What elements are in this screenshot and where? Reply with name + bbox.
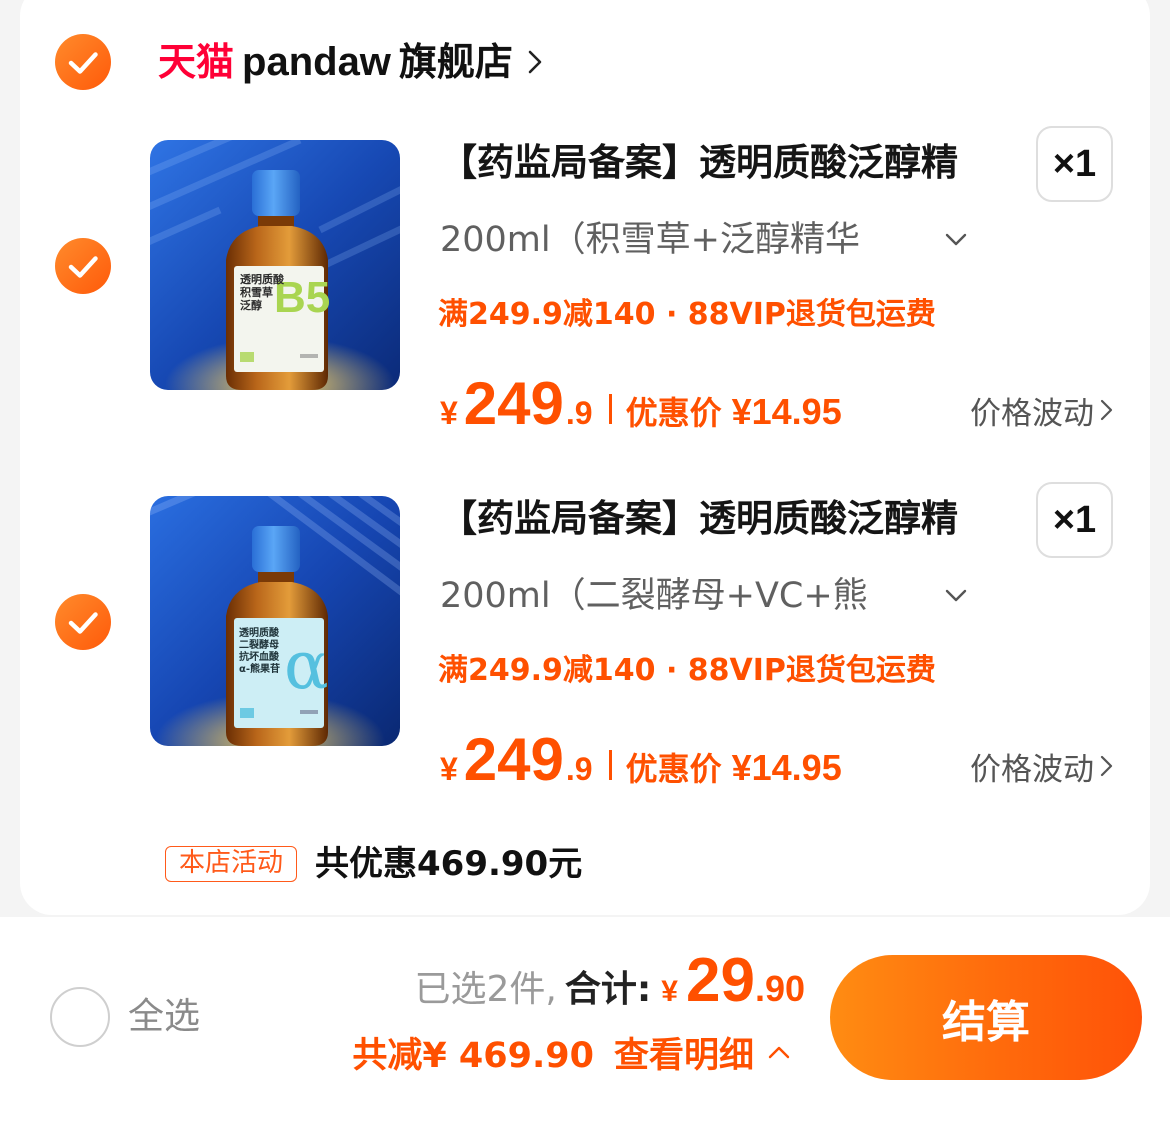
price-decimal: .9 [565, 751, 593, 787]
reduction-summary: 共减¥ 469.90 查看明细 [352, 1030, 790, 1076]
price-currency: ¥ [440, 751, 458, 787]
price-trend-label: 价格波动 [970, 751, 1094, 788]
price-integer: 249 [463, 370, 564, 437]
store-checkbox[interactable] [55, 34, 111, 90]
price-trend-link[interactable]: 价格波动 [970, 746, 1113, 788]
reduction-amount: 共减¥ 469.90 [352, 1035, 594, 1076]
total-currency: ¥ [661, 975, 678, 1008]
discount-price: ¥14.95 [731, 747, 842, 788]
select-all-label[interactable]: 全选 [128, 995, 200, 1039]
check-icon [68, 52, 98, 74]
chevron-down-icon[interactable] [944, 232, 968, 248]
item-title[interactable]: 【药监局备案】透明质酸泛醇精 [440, 140, 1015, 186]
label-line: 透明质酸 [240, 272, 285, 286]
price-integer: 249 [463, 726, 564, 793]
total-label: 合计: [564, 969, 652, 1010]
total-integer: 29 [685, 946, 755, 1015]
select-all-checkbox[interactable] [50, 987, 110, 1047]
price-divider [608, 394, 612, 424]
store-name: pandaw [242, 40, 391, 84]
price-currency: ¥ [440, 395, 458, 431]
tmall-label: 天猫 [158, 40, 235, 84]
total-decimal: .90 [754, 968, 805, 1009]
store-header-link[interactable]: 天猫 pandaw 旗舰店 [158, 38, 543, 86]
discount-label: 优惠价 [625, 394, 722, 432]
checkout-button[interactable]: 结算 [830, 955, 1142, 1080]
product-image[interactable]: B5 透明质酸 积雪草 泛醇 [150, 140, 400, 390]
store-activity-badge: 本店活动 [165, 846, 297, 882]
store-type: 旗舰店 [398, 40, 513, 84]
discount-price: ¥14.95 [731, 391, 842, 432]
chevron-up-icon [768, 1046, 790, 1059]
quantity-button[interactable]: ×1 [1036, 126, 1113, 202]
price-trend-link[interactable]: 价格波动 [970, 390, 1113, 432]
selected-count: 已选2件, [414, 969, 557, 1010]
label-line: 泛醇 [240, 298, 262, 312]
item-promo: 满249.9减140 · 88VIP退货包运费 [438, 653, 936, 688]
product-photo: B5 透明质酸 积雪草 泛醇 [150, 140, 400, 390]
bottle-cap [252, 526, 300, 572]
price-divider [608, 750, 612, 780]
view-details-label: 查看明细 [613, 1035, 754, 1076]
discount-label: 优惠价 [625, 750, 722, 788]
chevron-right-icon [1100, 399, 1113, 421]
price-trend-label: 价格波动 [970, 395, 1094, 432]
item-title[interactable]: 【药监局备案】透明质酸泛醇精 [440, 496, 1015, 542]
item-spec[interactable]: 200ml（二裂酵母+VC+熊 [440, 574, 930, 618]
check-icon [68, 256, 98, 278]
label-line: α-熊果苷 [239, 662, 280, 675]
item-checkbox[interactable] [55, 594, 111, 650]
chevron-right-icon [1100, 755, 1113, 777]
price-row: ¥ 249 .9 优惠价 ¥14.95 [440, 374, 842, 434]
product-image[interactable]: α 透明质酸 二裂酵母 抗坏血酸 α-熊果苷 [150, 496, 400, 746]
label-line: 积雪草 [240, 285, 273, 299]
chevron-right-icon [528, 50, 542, 74]
label-line: 二裂酵母 [239, 638, 279, 651]
label-line: 抗坏血酸 [239, 650, 280, 663]
quantity-button[interactable]: ×1 [1036, 482, 1113, 558]
bottle-cap [252, 170, 300, 216]
view-details-link[interactable]: 查看明细 [614, 1027, 790, 1078]
price-decimal: .9 [565, 395, 593, 431]
chevron-down-icon[interactable] [944, 588, 968, 604]
item-checkbox[interactable] [55, 238, 111, 294]
item-promo: 满249.9减140 · 88VIP退货包运费 [438, 297, 936, 332]
item-spec[interactable]: 200ml（积雪草+泛醇精华 [440, 218, 930, 262]
label-line: 透明质酸 [239, 626, 280, 639]
store-activity-text: 共优惠469.90元 [315, 844, 583, 884]
product-photo: α 透明质酸 二裂酵母 抗坏血酸 α-熊果苷 [150, 496, 400, 746]
checkout-bar: 全选 已选2件, 合计: ¥ 29 .90 共减¥ 469.90 查看明细 结算 [0, 917, 1170, 1140]
price-row: ¥ 249 .9 优惠价 ¥14.95 [440, 730, 842, 790]
check-icon [68, 612, 98, 634]
label-mark: α [284, 627, 329, 704]
total-summary: 已选2件, 合计: ¥ 29 .90 [415, 950, 805, 1012]
